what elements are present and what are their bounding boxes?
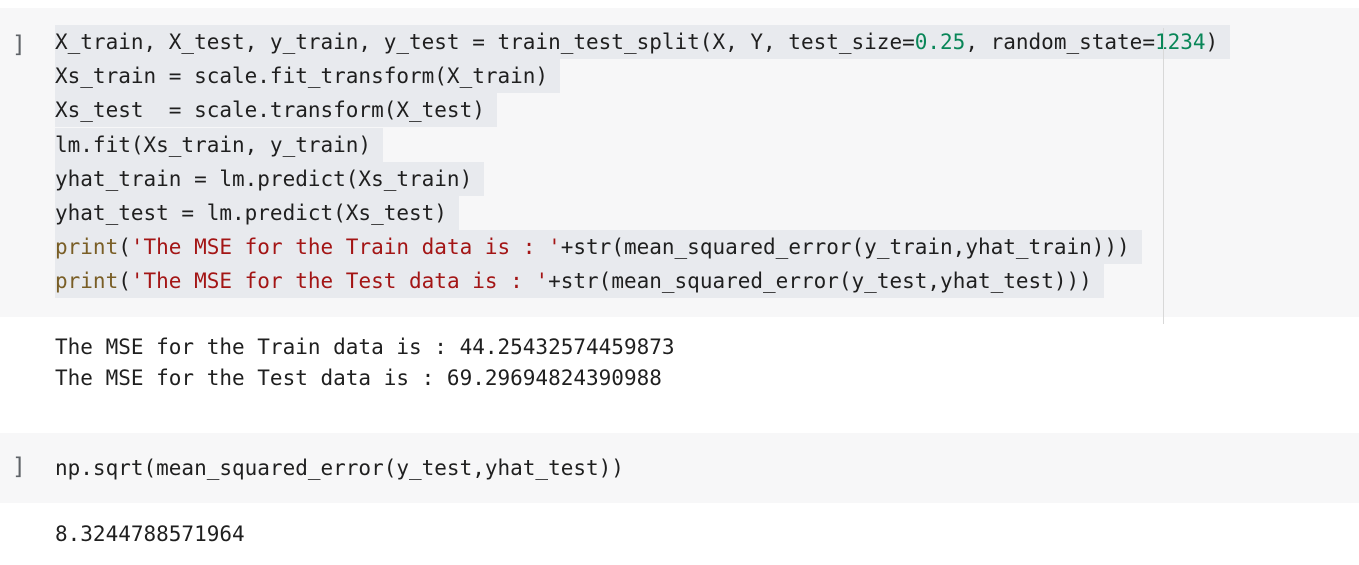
code-token: X_train, X_test, y_train, y_test = train… bbox=[55, 30, 915, 54]
code-token: 0.25 bbox=[914, 30, 966, 54]
code-token: , random_state= bbox=[965, 30, 1155, 54]
code-token: print bbox=[55, 235, 119, 260]
code-cell-2[interactable]: ] np.sqrt(mean_squared_error(y_test,yhat… bbox=[0, 433, 1359, 503]
code-token: 'The MSE for the Test data is : ' bbox=[130, 269, 549, 294]
code-line[interactable]: print('The MSE for the Test data is : '+… bbox=[55, 264, 1104, 299]
code-line[interactable]: Xs_train = scale.fit_transform(X_train) bbox=[55, 59, 561, 94]
code-line[interactable]: yhat_train = lm.predict(Xs_train) bbox=[55, 161, 485, 196]
code-line[interactable]: print('The MSE for the Train data is : '… bbox=[55, 230, 1142, 265]
code-line[interactable]: X_train, X_test, y_train, y_test = train… bbox=[55, 25, 1231, 59]
code-token: 'The MSE for the Train data is : ' bbox=[130, 235, 561, 260]
code-line[interactable]: np.sqrt(mean_squared_error(y_test,yhat_t… bbox=[55, 451, 636, 485]
code-token: +str(mean_squared_error(y_test,yhat_test… bbox=[548, 269, 1092, 294]
code-line[interactable]: Xs_test = scale.transform(X_test) bbox=[55, 93, 497, 128]
code-token: yhat_train = lm.predict(Xs_train) bbox=[55, 166, 473, 191]
code-token: Xs_test = scale.transform(X_test) bbox=[55, 98, 485, 123]
line-length-ruler bbox=[1163, 28, 1164, 324]
output-line-train-mse: The MSE for the Train data is : 44.25432… bbox=[55, 335, 675, 359]
code-token: yhat_test = lm.predict(Xs_test) bbox=[55, 201, 447, 225]
code-cell-1[interactable]: ] X_train, X_test, y_train, y_test = tra… bbox=[0, 8, 1359, 324]
code-token: lm.fit(Xs_train, y_train) bbox=[55, 132, 372, 157]
code-token: ( bbox=[118, 235, 131, 260]
output-line-test-mse: The MSE for the Test data is : 69.296948… bbox=[55, 366, 662, 390]
code-token: ( bbox=[118, 269, 131, 294]
code-token: +str(mean_squared_error(y_train,yhat_tra… bbox=[560, 235, 1130, 260]
output-line-rmse: 8.3244788571964 bbox=[55, 522, 245, 546]
cell-run-bracket-1[interactable]: ] bbox=[12, 32, 26, 58]
code-token: ) bbox=[1205, 30, 1219, 54]
cell-run-bracket-2[interactable]: ] bbox=[12, 454, 26, 480]
code-token: Xs_train = scale.fit_transform(X_train) bbox=[55, 64, 549, 89]
code-line[interactable]: yhat_test = lm.predict(Xs_test) bbox=[55, 196, 459, 230]
code-line[interactable]: lm.fit(Xs_train, y_train) bbox=[55, 127, 384, 162]
code-token: print bbox=[55, 269, 119, 294]
